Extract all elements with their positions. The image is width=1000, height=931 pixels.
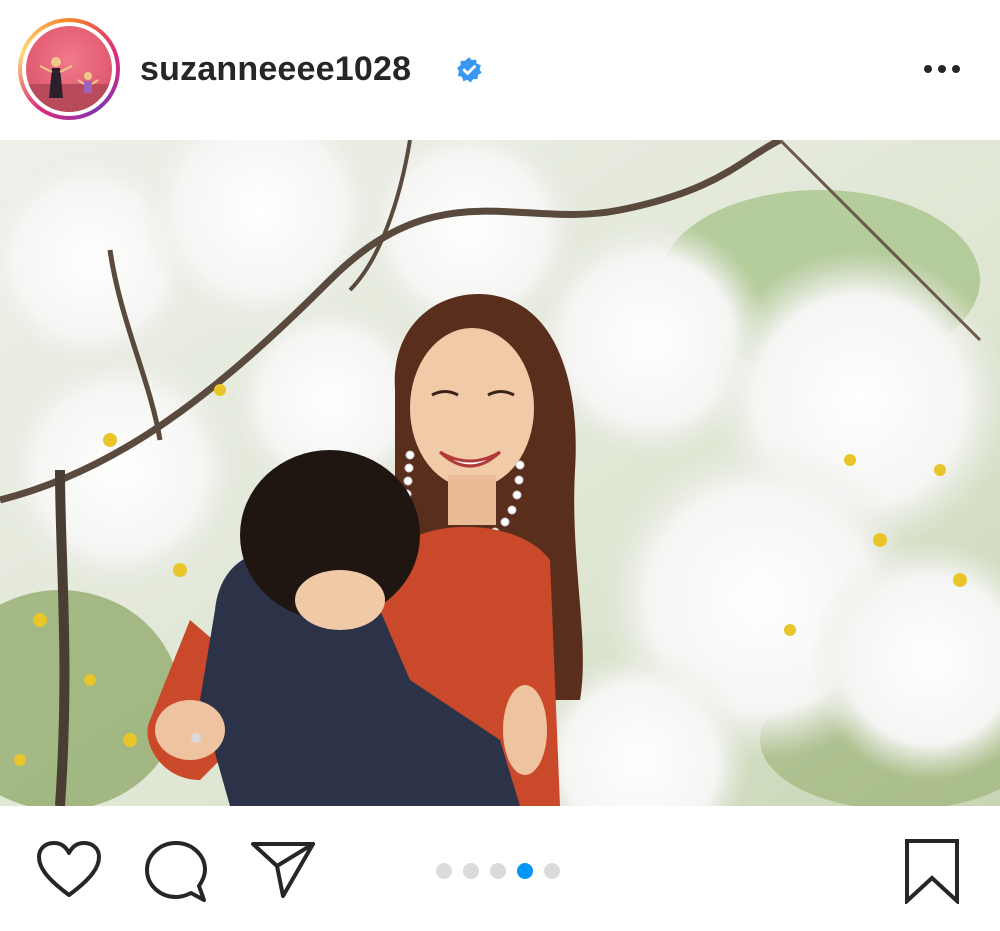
photo-illustration — [0, 140, 1000, 806]
carousel-dot[interactable] — [436, 863, 452, 879]
avatar[interactable] — [26, 26, 112, 112]
username[interactable]: suzanneeee1028 — [140, 50, 411, 89]
more-options-icon[interactable] — [920, 55, 964, 83]
avatar-image — [26, 57, 112, 112]
carousel-indicator — [436, 861, 560, 881]
carousel-dot[interactable] — [463, 863, 479, 879]
comment-icon[interactable] — [144, 840, 208, 904]
bookmark-icon[interactable] — [903, 838, 961, 904]
carousel-dot-active[interactable] — [517, 863, 533, 879]
carousel-dot[interactable] — [544, 863, 560, 879]
story-ring[interactable] — [18, 18, 120, 120]
verified-badge-icon — [457, 57, 482, 83]
heart-icon[interactable] — [36, 840, 102, 900]
post-header: suzanneeee1028 — [0, 0, 1000, 140]
post-image[interactable] — [0, 140, 1000, 806]
send-icon[interactable] — [250, 840, 316, 900]
carousel-dot[interactable] — [490, 863, 506, 879]
